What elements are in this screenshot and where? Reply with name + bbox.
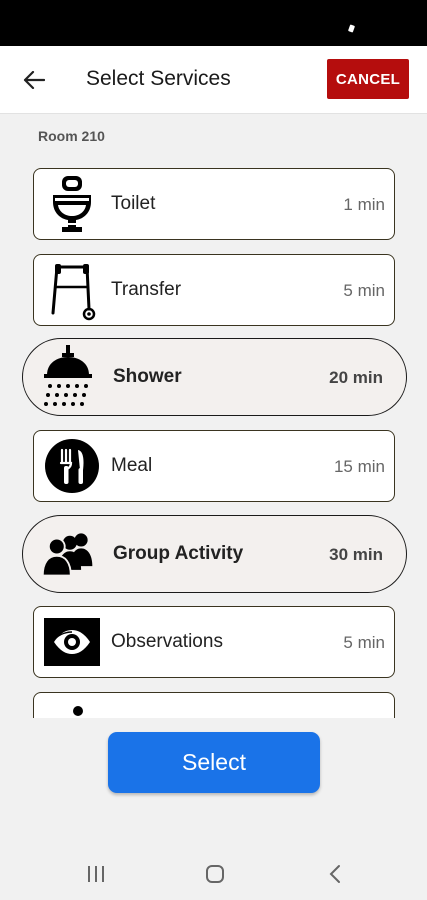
service-name: Toilet — [111, 193, 156, 214]
service-name: Meal — [111, 455, 153, 476]
cancel-button[interactable]: CANCEL — [327, 59, 409, 99]
service-item-transfer[interactable]: Transfer 5 min — [33, 254, 395, 326]
service-name: Shower — [113, 366, 182, 387]
services-list: Toilet 1 min Transfer 5 min Shower 20 mi… — [0, 160, 427, 718]
app-bar: Select Services CANCEL — [0, 46, 427, 114]
recents-icon[interactable] — [82, 860, 110, 888]
service-duration: 5 min — [343, 281, 385, 300]
service-duration: 20 min — [329, 368, 383, 387]
eye-icon — [43, 613, 101, 671]
select-button[interactable]: Select — [108, 732, 320, 793]
service-duration: 1 min — [343, 195, 385, 214]
page-title: Select Services — [86, 67, 231, 90]
service-name: Transfer — [111, 279, 182, 300]
service-item-observations[interactable]: Observations 5 min — [33, 606, 395, 678]
service-item-partial[interactable] — [33, 692, 395, 718]
service-name: Observations — [111, 631, 223, 652]
person-icon — [43, 699, 101, 718]
service-duration: 30 min — [329, 545, 383, 564]
service-item-toilet[interactable]: Toilet 1 min — [33, 168, 395, 240]
status-bar — [0, 0, 427, 46]
service-name: Group Activity — [113, 543, 244, 564]
service-duration: 15 min — [333, 457, 385, 476]
service-item-meal[interactable]: Meal 15 min — [33, 430, 395, 502]
system-nav-bar — [0, 846, 427, 900]
service-item-group-activity[interactable]: Group Activity 30 min — [22, 515, 407, 593]
group-icon — [39, 523, 97, 585]
toilet-icon — [43, 175, 101, 233]
room-label: Room 210 — [38, 128, 105, 144]
back-arrow-icon[interactable] — [18, 66, 50, 94]
service-item-shower[interactable]: Shower 20 min — [22, 338, 407, 416]
shower-icon — [39, 345, 97, 408]
walker-icon — [43, 261, 101, 321]
status-indicator-icon — [347, 24, 356, 33]
back-icon[interactable] — [321, 860, 349, 888]
fork-knife-icon — [43, 437, 101, 495]
home-icon[interactable] — [201, 860, 229, 888]
service-duration: 5 min — [343, 633, 385, 652]
